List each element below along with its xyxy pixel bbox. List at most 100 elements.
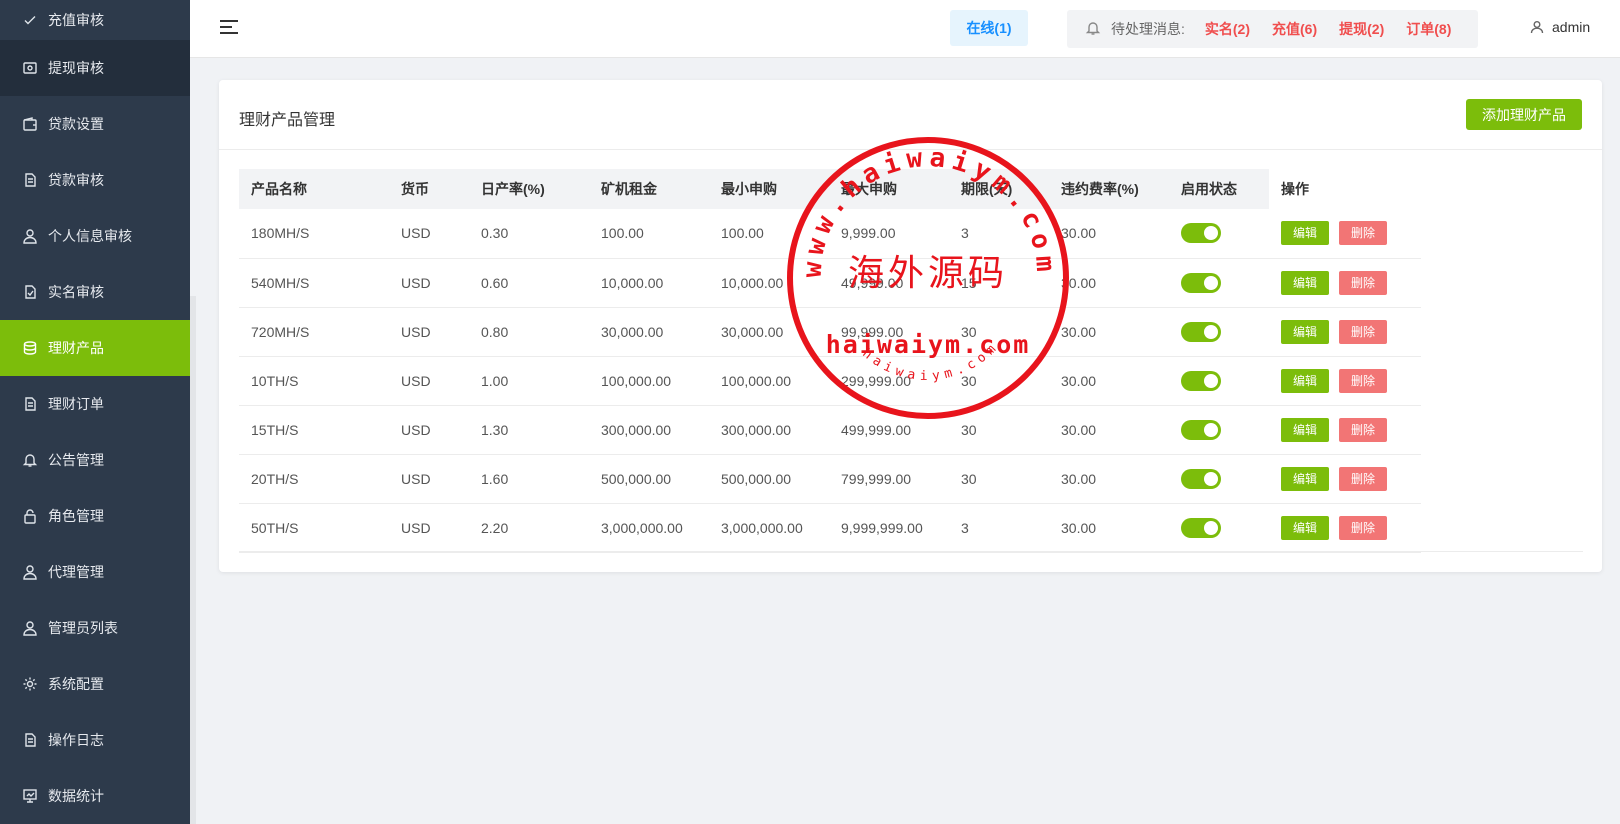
status-cell bbox=[1169, 454, 1269, 504]
table-cell: USD bbox=[389, 258, 469, 308]
document-icon bbox=[22, 172, 38, 188]
table-cell: USD bbox=[389, 503, 469, 553]
status-cell bbox=[1169, 405, 1269, 455]
table-cell: 1.00 bbox=[469, 356, 589, 406]
document-icon bbox=[22, 732, 38, 748]
sidebar-item-label: 贷款审核 bbox=[48, 172, 104, 188]
column-header: 矿机租金 bbox=[601, 181, 657, 197]
table-cell: 3,000,000.00 bbox=[709, 503, 829, 553]
pending-link-withdraw[interactable]: 提现(2) bbox=[1339, 19, 1384, 39]
sidebar-scrollbar[interactable] bbox=[190, 296, 196, 824]
pending-link-recharge[interactable]: 充值(6) bbox=[1272, 19, 1317, 39]
delete-button[interactable]: 删除 bbox=[1339, 221, 1387, 246]
table-cell: 30.00 bbox=[1049, 258, 1169, 308]
delete-button[interactable]: 删除 bbox=[1339, 319, 1387, 344]
sidebar-item[interactable]: 理财产品 bbox=[0, 320, 190, 376]
table-cell: 30,000.00 bbox=[709, 307, 829, 357]
edit-button[interactable]: 编辑 bbox=[1281, 221, 1329, 246]
table-row: 540MH/S USD 0.60 10,000.00 10,000.00 49,999.0… bbox=[239, 258, 1421, 308]
status-cell bbox=[1169, 307, 1269, 357]
user-menu[interactable]: admin bbox=[1530, 19, 1590, 35]
table-cell: USD bbox=[389, 356, 469, 406]
edit-button[interactable]: 编辑 bbox=[1281, 466, 1329, 491]
sidebar-item[interactable]: 角色管理 bbox=[0, 488, 190, 544]
sidebar-item[interactable]: 系统配置 bbox=[0, 656, 190, 712]
document-icon bbox=[22, 396, 38, 412]
edit-button[interactable]: 编辑 bbox=[1281, 319, 1329, 344]
wallet-icon bbox=[22, 116, 38, 132]
table-cell: 30 bbox=[949, 307, 1049, 357]
table-cell: 180MH/S bbox=[239, 209, 389, 259]
sidebar-item[interactable]: 实名审核 bbox=[0, 264, 190, 320]
edit-button[interactable]: 编辑 bbox=[1281, 270, 1329, 295]
delete-button[interactable]: 删除 bbox=[1339, 417, 1387, 442]
delete-button[interactable]: 删除 bbox=[1339, 368, 1387, 393]
sidebar-item[interactable]: 公告管理 bbox=[0, 432, 190, 488]
status-toggle[interactable] bbox=[1181, 370, 1221, 391]
table-cell: 30 bbox=[949, 405, 1049, 455]
table-cell: 30 bbox=[949, 356, 1049, 406]
table-cell: USD bbox=[389, 454, 469, 504]
column-header: 最小申购 bbox=[721, 181, 777, 197]
status-toggle[interactable] bbox=[1181, 468, 1221, 489]
online-count-badge[interactable]: 在线(1) bbox=[950, 10, 1028, 46]
table-cell: 30 bbox=[949, 454, 1049, 504]
user-icon bbox=[22, 564, 38, 580]
pending-label: 待处理消息: bbox=[1111, 21, 1185, 37]
delete-button[interactable]: 删除 bbox=[1339, 515, 1387, 540]
actions-cell: 编辑 删除 bbox=[1269, 209, 1421, 259]
sidebar-item[interactable]: 代理管理 bbox=[0, 544, 190, 600]
edit-button[interactable]: 编辑 bbox=[1281, 368, 1329, 393]
status-toggle[interactable] bbox=[1181, 223, 1221, 244]
table-header-row: 产品名称 货币 日产率(%) 矿机租金 最小申购 最大申购 期限(天) 违约费率… bbox=[239, 169, 1421, 209]
status-toggle[interactable] bbox=[1181, 321, 1221, 342]
column-header: 期限(天) bbox=[961, 181, 1013, 197]
actions-cell: 编辑 删除 bbox=[1269, 503, 1421, 553]
table-cell: 3 bbox=[949, 209, 1049, 259]
table-row: 50TH/S USD 2.20 3,000,000.00 3,000,000.00 9,9… bbox=[239, 503, 1421, 553]
sidebar-item[interactable]: 理财订单 bbox=[0, 376, 190, 432]
edit-button[interactable]: 编辑 bbox=[1281, 417, 1329, 442]
database-icon bbox=[22, 340, 38, 356]
table-cell: 30.00 bbox=[1049, 454, 1169, 504]
status-cell bbox=[1169, 356, 1269, 406]
edit-button[interactable]: 编辑 bbox=[1281, 515, 1329, 540]
sidebar-item-label: 操作日志 bbox=[48, 732, 104, 748]
table-cell: 100,000.00 bbox=[709, 356, 829, 406]
sidebar-item[interactable]: 提现审核 bbox=[0, 40, 190, 96]
table-cell: 540MH/S bbox=[239, 258, 389, 308]
pending-link-realname[interactable]: 实名(2) bbox=[1205, 19, 1250, 39]
table-cell: 30,000.00 bbox=[589, 307, 709, 357]
sidebar-item[interactable]: 充值审核 bbox=[0, 0, 190, 40]
status-toggle[interactable] bbox=[1181, 419, 1221, 440]
sidebar-item-label: 管理员列表 bbox=[48, 620, 118, 636]
column-header: 货币 bbox=[401, 181, 429, 197]
table-cell: 15 bbox=[949, 258, 1049, 308]
delete-button[interactable]: 删除 bbox=[1339, 270, 1387, 295]
sidebar-item[interactable]: 操作日志 bbox=[0, 712, 190, 768]
menu-toggle-icon[interactable] bbox=[220, 20, 238, 36]
sidebar: 充值审核 提现审核 贷款设置贷款审核个人信息审核 实名审核 理财产品 理财订单 公告管理 角色… bbox=[0, 0, 190, 824]
sidebar-item[interactable]: 数据统计 bbox=[0, 768, 190, 824]
table-cell: USD bbox=[389, 405, 469, 455]
sidebar-item[interactable]: 个人信息审核 bbox=[0, 208, 190, 264]
add-product-button[interactable]: 添加理财产品 bbox=[1466, 99, 1582, 130]
sidebar-item-label: 数据统计 bbox=[48, 788, 104, 804]
delete-button[interactable]: 删除 bbox=[1339, 466, 1387, 491]
status-toggle[interactable] bbox=[1181, 517, 1221, 538]
sidebar-item[interactable]: 管理员列表 bbox=[0, 600, 190, 656]
status-cell bbox=[1169, 209, 1269, 259]
status-toggle[interactable] bbox=[1181, 272, 1221, 293]
sidebar-item[interactable]: 贷款审核 bbox=[0, 152, 190, 208]
sidebar-item[interactable]: 贷款设置 bbox=[0, 96, 190, 152]
column-header: 产品名称 bbox=[251, 181, 307, 197]
actions-cell: 编辑 删除 bbox=[1269, 258, 1421, 308]
column-header: 操作 bbox=[1269, 169, 1421, 209]
table-cell: 0.30 bbox=[469, 209, 589, 259]
lock-icon bbox=[22, 508, 38, 524]
chart-icon bbox=[22, 788, 38, 804]
bell-icon bbox=[22, 452, 38, 468]
pending-link-orders[interactable]: 订单(8) bbox=[1406, 19, 1451, 39]
table-cell: 0.80 bbox=[469, 307, 589, 357]
table-row: 15TH/S USD 1.30 300,000.00 300,000.00 499,999… bbox=[239, 405, 1421, 455]
